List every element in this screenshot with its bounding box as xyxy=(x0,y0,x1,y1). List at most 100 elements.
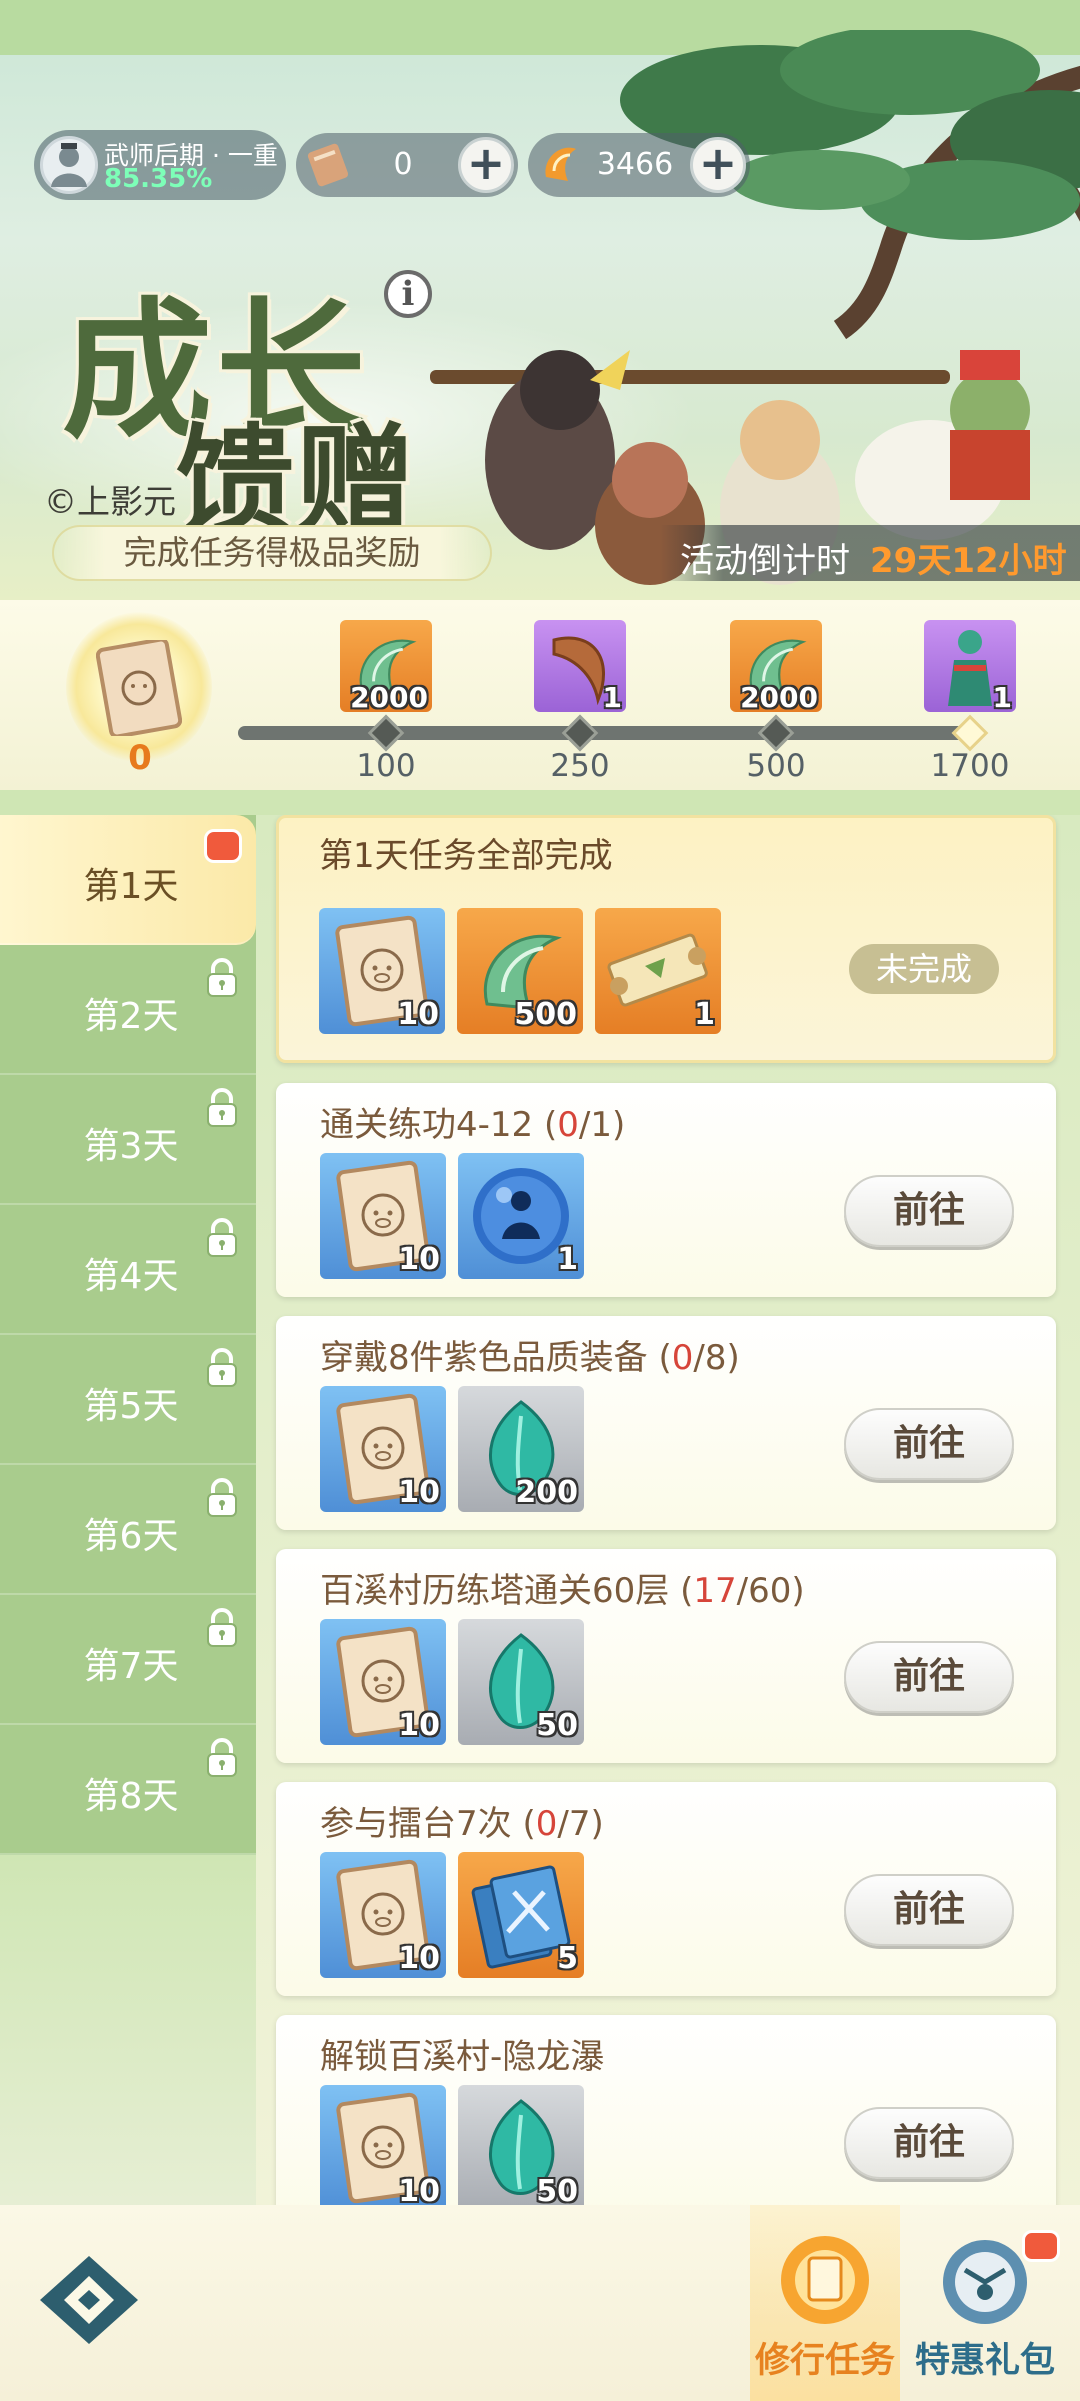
task-title-text: 穿戴8件紫色品质装备 ( xyxy=(320,1338,672,1378)
reward-quantity: 5 xyxy=(557,1941,578,1976)
lock-icon xyxy=(207,1218,237,1257)
task-title: 百溪村历练塔通关60层 (17/60) xyxy=(320,1563,805,1612)
current-points: 0 xyxy=(128,738,152,778)
monk-avatar-icon xyxy=(51,143,87,187)
lock-icon xyxy=(207,1478,237,1517)
milestone-reward-250[interactable]: 1 xyxy=(534,620,626,714)
player-level-badge[interactable]: 武师后期 · 一重 85.35% xyxy=(34,130,286,200)
reward-quantity: 1 xyxy=(557,1242,578,1277)
task-title-text: 参与擂台7次 ( xyxy=(320,1804,536,1844)
day-summary-card: 第1天任务全部完成 10 500 1 未完成 xyxy=(276,815,1056,1063)
summary-title: 第1天任务全部完成 xyxy=(319,836,613,876)
milestone-points-label: 500 xyxy=(746,748,806,784)
day-tab-4[interactable]: 第4天 xyxy=(0,1205,256,1335)
currency-coin: 3466 + xyxy=(528,133,750,197)
summary-reward-slot[interactable]: 1 xyxy=(595,908,721,1034)
summary-reward-slot[interactable]: 10 xyxy=(319,908,445,1034)
day-alert-badge xyxy=(204,829,242,863)
milestone-reward-500[interactable]: 2000 xyxy=(730,620,822,714)
task-list-panel[interactable]: 第1天任务全部完成 10 500 1 未完成 通关练功4-12 (0/1) 10… xyxy=(256,815,1080,2205)
task-title: 穿戴8件紫色品质装备 (0/8) xyxy=(320,1330,740,1379)
practice-task-icon xyxy=(781,2236,869,2324)
pig-card-icon xyxy=(96,640,182,736)
countdown-label: 活动倒计时 xyxy=(680,541,850,581)
task-reward-slot[interactable]: 10 xyxy=(320,1852,446,1978)
currency-ticket: 0 + xyxy=(296,133,518,197)
lock-icon xyxy=(207,1738,237,1777)
info-icon[interactable]: i xyxy=(384,270,432,318)
task-title: 通关练功4-12 (0/1) xyxy=(320,1097,625,1146)
task-title-text: 通关练功4-12 ( xyxy=(320,1105,558,1145)
task-card: 通关练功4-12 (0/1) 10 1 前往 xyxy=(276,1083,1056,1297)
reward-quantity: 500 xyxy=(514,997,577,1032)
go-button[interactable]: 前往 xyxy=(844,1408,1014,1480)
event-description-ribbon: 完成任务得极品奖励 xyxy=(52,525,492,581)
lock-icon xyxy=(207,1348,237,1387)
go-button[interactable]: 前往 xyxy=(844,1641,1014,1713)
day-tab-8[interactable]: 第8天 xyxy=(0,1725,256,1855)
task-progress-total: /1) xyxy=(578,1105,626,1145)
home-icon[interactable] xyxy=(34,2250,144,2350)
progress-track xyxy=(238,726,978,740)
task-card: 解锁百溪村-隐龙瀑 10 50 前往 xyxy=(276,2015,1056,2205)
task-reward-slot[interactable]: 10 xyxy=(320,1153,446,1279)
player-progress-percent: 85.35% xyxy=(104,164,213,194)
task-reward-slot[interactable]: 200 xyxy=(458,1386,584,1512)
reward-quantity: 10 xyxy=(398,2174,440,2205)
task-progress-total: /60) xyxy=(736,1571,805,1611)
milestone-reward-qty: 2000 xyxy=(350,681,428,714)
day-tab-label: 第1天 xyxy=(83,866,179,907)
add-ticket-button[interactable]: + xyxy=(458,137,514,193)
nav-practice-tasks[interactable]: 修行任务 xyxy=(750,2220,900,2400)
go-button[interactable]: 前往 xyxy=(844,2107,1014,2179)
ticket-amount: 0 xyxy=(393,147,413,182)
task-progress-total: /8) xyxy=(693,1338,740,1378)
task-progress-done: 0 xyxy=(535,1804,558,1844)
day-tab-3[interactable]: 第3天 xyxy=(0,1075,256,1205)
go-button[interactable]: 前往 xyxy=(844,1175,1014,1247)
milestone-points-label: 100 xyxy=(356,748,416,784)
nav-practice-label: 修行任务 xyxy=(754,2341,895,2381)
day-tab-5[interactable]: 第5天 xyxy=(0,1335,256,1465)
player-avatar xyxy=(40,136,98,194)
day-tab-6[interactable]: 第6天 xyxy=(0,1465,256,1595)
task-title: 参与擂台7次 (0/7) xyxy=(320,1796,604,1845)
day-tab-7[interactable]: 第7天 xyxy=(0,1595,256,1725)
summary-reward-slot[interactable]: 500 xyxy=(457,908,583,1034)
task-reward-slot[interactable]: 10 xyxy=(320,1619,446,1745)
task-title-text: 百溪村历练塔通关60层 ( xyxy=(320,1571,694,1611)
gold-coin-icon xyxy=(545,147,576,181)
add-coin-button[interactable]: + xyxy=(690,137,746,193)
coin-amount: 3466 xyxy=(596,147,674,182)
task-title-text: 解锁百溪村-隐龙瀑 xyxy=(320,2037,605,2077)
reward-quantity: 200 xyxy=(515,1475,578,1510)
go-button[interactable]: 前往 xyxy=(844,1874,1014,1946)
reward-quantity: 10 xyxy=(398,1708,440,1743)
task-reward-slot[interactable]: 50 xyxy=(458,2085,584,2205)
task-progress-total: /7) xyxy=(557,1804,604,1844)
task-reward-slot[interactable]: 10 xyxy=(320,2085,446,2205)
milestone-reward-100[interactable]: 2000 xyxy=(340,620,432,714)
task-card: 参与擂台7次 (0/7) 10 5 前往 xyxy=(276,1782,1056,1996)
lock-icon xyxy=(207,1088,237,1127)
task-reward-slot[interactable]: 5 xyxy=(458,1852,584,1978)
task-progress-done: 0 xyxy=(671,1338,694,1378)
reward-quantity: 10 xyxy=(398,1941,440,1976)
scroll-ticket-icon xyxy=(307,143,349,187)
event-countdown: 活动倒计时 29天12小时 xyxy=(660,525,1080,581)
task-reward-slot[interactable]: 50 xyxy=(458,1619,584,1745)
day-tab-1[interactable]: 第1天 xyxy=(0,815,256,945)
nav-gift-label: 特惠礼包 xyxy=(914,2341,1055,2381)
task-reward-slot[interactable]: 10 xyxy=(320,1386,446,1512)
milestone-reward-1700[interactable]: 1 xyxy=(924,620,1016,714)
countdown-value: 29天12小时 xyxy=(870,541,1067,581)
summary-status-badge: 未完成 xyxy=(849,944,999,994)
reward-quantity: 10 xyxy=(397,997,439,1032)
lock-icon xyxy=(207,958,237,997)
lock-icon xyxy=(207,1608,237,1647)
task-reward-slot[interactable]: 1 xyxy=(458,1153,584,1279)
event-banner: 武师后期 · 一重 85.35% 0 + 3466 + 成长 馈赠 i ©上影元… xyxy=(0,0,1080,610)
day-tab-2[interactable]: 第2天 xyxy=(0,945,256,1075)
nav-gift-pack[interactable]: 特惠礼包 xyxy=(910,2220,1060,2400)
day-sidebar: 第1天第2天 第3天 第4天 第5天 第6天 第7天 第8天 xyxy=(0,815,256,1855)
